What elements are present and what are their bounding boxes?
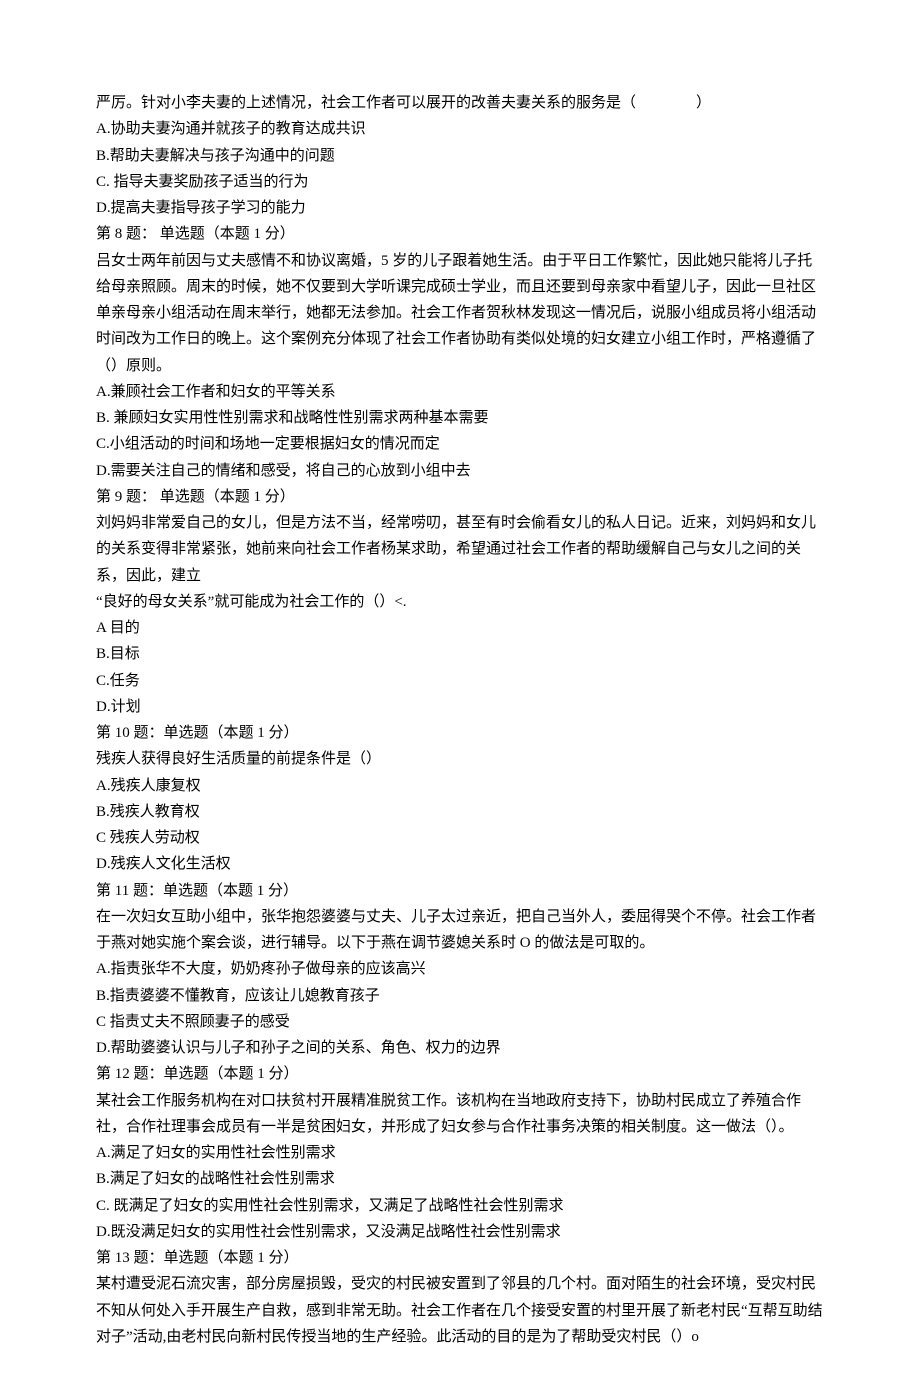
q10-option-d: D.残疾人文化生活权 — [96, 851, 824, 877]
q9-text2: “良好的母女关系”就可能成为社会工作的（）<. — [96, 589, 824, 615]
q9-option-c: C.任务 — [96, 668, 824, 694]
q8-text: 吕女士两年前因与丈夫感情不和协议离婚，5 岁的儿子跟着她生活。由于平日工作繁忙，… — [96, 248, 824, 379]
q9-text1: 刘妈妈非常爱自己的女儿，但是方法不当，经常唠叨，甚至有时会偷看女儿的私人日记。近… — [96, 510, 824, 589]
q7-option-a: A.协助夫妻沟通并就孩子的教育达成共识 — [96, 116, 824, 142]
q11-option-c: C 指责丈夫不照顾妻子的感受 — [96, 1009, 824, 1035]
q13-text: 某村遭受泥石流灾害，部分房屋损毁，受灾的村民被安置到了邻县的几个村。面对陌生的社… — [96, 1271, 824, 1350]
q10-text: 残疾人获得良好生活质量的前提条件是（） — [96, 746, 824, 772]
q8-option-c: C.小组活动的时间和场地一定要根据妇女的情况而定 — [96, 431, 824, 457]
q12-option-d: D.既没满足妇女的实用性社会性别需求，又没满足战略性社会性别需求 — [96, 1219, 824, 1245]
q12-option-c: C. 既满足了妇女的实用性社会性别需求，又满足了战略性社会性别需求 — [96, 1193, 824, 1219]
q11-option-b: B.指责婆婆不懂教育，应该让儿媳教育孩子 — [96, 983, 824, 1009]
q12-option-a: A.满足了妇女的实用性社会性别需求 — [96, 1140, 824, 1166]
q12-header: 第 12 题：单选题（本题 1 分） — [96, 1061, 824, 1087]
q10-option-b: B.残疾人教育权 — [96, 799, 824, 825]
q11-option-a: A.指责张华不大度，奶奶疼孙子做母亲的应该高兴 — [96, 956, 824, 982]
q9-option-b: B.目标 — [96, 641, 824, 667]
q12-text: 某社会工作服务机构在对口扶贫村开展精准脱贫工作。该机构在当地政府支持下，协助村民… — [96, 1088, 824, 1141]
q9-header: 第 9 题： 单选题（本题 1 分） — [96, 484, 824, 510]
q7-context-text: 严厉。针对小李夫妻的上述情况，社会工作者可以展开的改善夫妻关系的服务是（ — [96, 95, 636, 111]
q12-option-b: B.满足了妇女的战略性社会性别需求 — [96, 1166, 824, 1192]
q10-option-c: C 残疾人劳动权 — [96, 825, 824, 851]
q8-option-b: B. 兼顾妇女实用性性别需求和战略性性别需求两种基本需要 — [96, 405, 824, 431]
q13-header: 第 13 题：单选题（本题 1 分） — [96, 1245, 824, 1271]
q9-option-d: D.计划 — [96, 694, 824, 720]
q7-context: 严厉。针对小李夫妻的上述情况，社会工作者可以展开的改善夫妻关系的服务是（ ） — [96, 90, 824, 116]
q11-header: 第 11 题：单选题（本题 1 分） — [96, 878, 824, 904]
q7-context-end: ） — [696, 95, 711, 111]
q8-option-a: A.兼顾社会工作者和妇女的平等关系 — [96, 379, 824, 405]
q8-header: 第 8 题： 单选题（本题 1 分） — [96, 221, 824, 247]
q10-option-a: A.残疾人康复权 — [96, 773, 824, 799]
document-content: 严厉。针对小李夫妻的上述情况，社会工作者可以展开的改善夫妻关系的服务是（ ） A.… — [96, 90, 824, 1350]
q8-option-d: D.需要关注自己的情绪和感受，将自己的心放到小组中去 — [96, 458, 824, 484]
q7-option-d: D.提高夫妻指导孩子学习的能力 — [96, 195, 824, 221]
q11-option-d: D.帮助婆婆认识与儿子和孙子之间的关系、角色、权力的边界 — [96, 1035, 824, 1061]
q11-text: 在一次妇女互助小组中，张华抱怨婆婆与丈夫、儿子太过亲近，把自己当外人，委屈得哭个… — [96, 904, 824, 957]
q7-option-b: B.帮助夫妻解决与孩子沟通中的问题 — [96, 143, 824, 169]
q9-option-a: A 目的 — [96, 615, 824, 641]
q7-option-c: C. 指导夫妻奖励孩子适当的行为 — [96, 169, 824, 195]
q10-header: 第 10 题：单选题（本题 1 分） — [96, 720, 824, 746]
